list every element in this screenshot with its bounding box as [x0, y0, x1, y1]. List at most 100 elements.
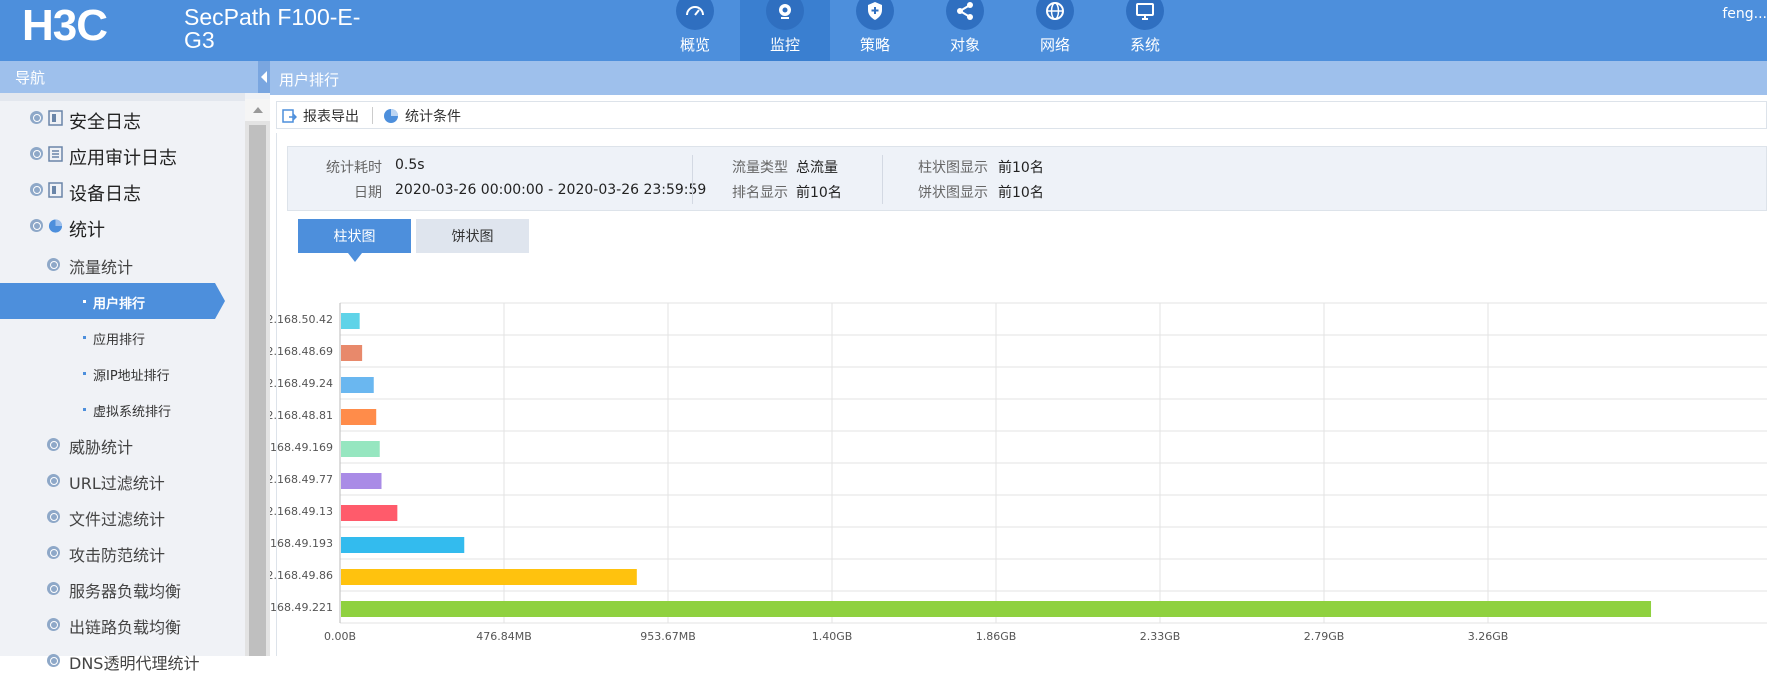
- sidebar-item-traffic-stats[interactable]: 流量统计: [0, 247, 245, 283]
- bar-display-label: 柱状图显示: [918, 160, 988, 176]
- nav-label: 系统: [1129, 36, 1160, 54]
- pie-display-value: 前10名: [998, 185, 1044, 201]
- expand-icon[interactable]: [47, 438, 60, 451]
- expand-icon[interactable]: [30, 147, 43, 160]
- rank-label: 排名显示: [732, 185, 788, 201]
- collapse-icon[interactable]: [47, 258, 60, 271]
- sidebar-item-source-ip-ranking[interactable]: 源IP地址排行: [0, 355, 245, 391]
- sidebar-item-vsys-ranking[interactable]: 虚拟系统排行: [0, 391, 245, 427]
- sidebar-collapse-button[interactable]: [258, 61, 270, 93]
- bar: [341, 537, 465, 553]
- gauge-icon: [676, 0, 714, 30]
- traffic-type-label: 流量类型: [732, 160, 788, 176]
- export-icon: [282, 109, 297, 123]
- sidebar-item-user-ranking[interactable]: 用户排行: [0, 283, 225, 319]
- y-tick-label: 192.168.50.42: [270, 313, 333, 326]
- share-nodes-icon: [946, 0, 984, 30]
- time-cost-value: 0.5s: [395, 157, 425, 173]
- traffic-type-value: 总流量: [796, 160, 838, 176]
- expand-icon[interactable]: [47, 546, 60, 559]
- sidebar-item-attack-defense-stats[interactable]: 攻击防范统计: [0, 535, 245, 571]
- sidebar-item-label: URL过滤统计: [69, 474, 165, 493]
- eye-icon: [766, 0, 804, 30]
- nav-system[interactable]: 系统: [1100, 0, 1190, 61]
- nav-label: 监控: [769, 36, 800, 54]
- nav-label: 对象: [949, 36, 980, 54]
- toolbar: 报表导出 统计条件: [276, 101, 1767, 129]
- export-report-label: 报表导出: [303, 109, 359, 125]
- sidebar-scroll-thumb[interactable]: [249, 125, 266, 656]
- sidebar-item-label: 文件过滤统计: [69, 510, 166, 529]
- sidebar-item-label: 虚拟系统排行: [93, 405, 172, 420]
- info-divider: [692, 155, 693, 204]
- nav-monitor[interactable]: 监控: [740, 0, 830, 61]
- sidebar-item-file-filter-stats[interactable]: 文件过滤统计: [0, 499, 245, 535]
- expand-icon[interactable]: [47, 510, 60, 523]
- bar: [341, 569, 637, 585]
- sidebar-item-label: 攻击防范统计: [69, 546, 166, 565]
- sidebar-item-statistics[interactable]: 统计: [0, 211, 245, 247]
- x-tick-label: 0.00B: [324, 630, 356, 643]
- pie-icon: [48, 219, 63, 233]
- stat-conditions-button[interactable]: 统计条件: [383, 106, 461, 126]
- sidebar-item-url-filter-stats[interactable]: URL过滤统计: [0, 463, 245, 499]
- sidebar-divider: [0, 93, 245, 101]
- expand-icon[interactable]: [30, 111, 43, 124]
- sidebar-item-threat-stats[interactable]: 威胁统计: [0, 427, 245, 463]
- sidebar-item-label: 应用审计日志: [69, 148, 177, 169]
- bar-display-value: 前10名: [998, 160, 1044, 176]
- toolbar-divider: [372, 107, 373, 124]
- bar: [341, 601, 1652, 617]
- nav-network[interactable]: 网络: [1010, 0, 1100, 61]
- date-value: 2020-03-26 00:00:00 - 2020-03-26 23:59:5…: [395, 182, 707, 198]
- sidebar-item-app-audit-log[interactable]: 应用审计日志: [0, 139, 245, 175]
- tab-pie-chart[interactable]: 饼状图: [416, 219, 529, 253]
- y-tick-label: 192.168.49.221: [270, 601, 333, 614]
- x-tick-label: 2.33GB: [1140, 630, 1181, 643]
- bar: [341, 313, 360, 329]
- expand-icon[interactable]: [30, 183, 43, 196]
- sidebar: 导航 安全日志 应用审计日志 设备日志 统计 流量统计 用户排行 应用排行 源I…: [0, 61, 270, 673]
- expand-icon[interactable]: [47, 582, 60, 595]
- sidebar-item-label: 流量统计: [69, 258, 134, 277]
- scroll-up-icon[interactable]: [245, 99, 270, 121]
- sidebar-item-outbound-lb[interactable]: 出链路负载均衡: [0, 607, 245, 643]
- expand-icon[interactable]: [47, 474, 60, 487]
- nav-policy[interactable]: 策略: [830, 0, 920, 61]
- bar: [341, 473, 382, 489]
- y-tick-label: 192.168.49.86: [270, 569, 333, 582]
- bar: [341, 441, 380, 457]
- sidebar-item-device-log[interactable]: 设备日志: [0, 175, 245, 211]
- stat-summary-panel: 统计耗时 0.5s 日期 2020-03-26 00:00:00 - 2020-…: [287, 146, 1767, 211]
- monitor-icon: [1126, 0, 1164, 30]
- nav-objects[interactable]: 对象: [920, 0, 1010, 61]
- main-nav: 概览 监控 策略 对象 网络 系统: [650, 0, 1190, 61]
- globe-icon: [1036, 0, 1074, 30]
- sidebar-item-app-ranking[interactable]: 应用排行: [0, 319, 245, 355]
- x-tick-label: 1.86GB: [976, 630, 1017, 643]
- y-tick-label: 192.168.49.77: [270, 473, 333, 486]
- sidebar-item-server-lb[interactable]: 服务器负载均衡: [0, 571, 245, 607]
- nav-overview[interactable]: 概览: [650, 0, 740, 61]
- tab-bar-chart[interactable]: 柱状图: [298, 219, 411, 262]
- sidebar-item-label: 用户排行: [93, 297, 146, 312]
- collapse-icon[interactable]: [30, 219, 43, 232]
- y-tick-label: 192.168.49.169: [270, 441, 333, 454]
- user-menu[interactable]: feng...: [1722, 6, 1767, 22]
- info-divider: [882, 155, 883, 204]
- sidebar-item-label: 服务器负载均衡: [69, 582, 182, 601]
- nav-tree: 安全日志 应用审计日志 设备日志 统计 流量统计 用户排行 应用排行 源IP地址…: [0, 103, 245, 679]
- x-tick-label: 1.40GB: [812, 630, 853, 643]
- expand-icon[interactable]: [47, 618, 60, 631]
- sidebar-item-security-log[interactable]: 安全日志: [0, 103, 245, 139]
- sidebar-item-label: 出链路负载均衡: [69, 618, 182, 637]
- rank-value: 前10名: [796, 185, 842, 201]
- x-tick-label: 953.67MB: [640, 630, 696, 643]
- sidebar-item-label: 统计: [69, 220, 105, 241]
- y-tick-label: 192.168.49.13: [270, 505, 333, 518]
- export-report-button[interactable]: 报表导出: [281, 106, 359, 126]
- sidebar-item-dns-proxy-stats[interactable]: DNS透明代理统计: [0, 643, 245, 679]
- sidebar-title: 导航: [15, 69, 46, 87]
- time-cost-label: 统计耗时: [326, 160, 382, 176]
- pie-display-label: 饼状图显示: [918, 185, 988, 201]
